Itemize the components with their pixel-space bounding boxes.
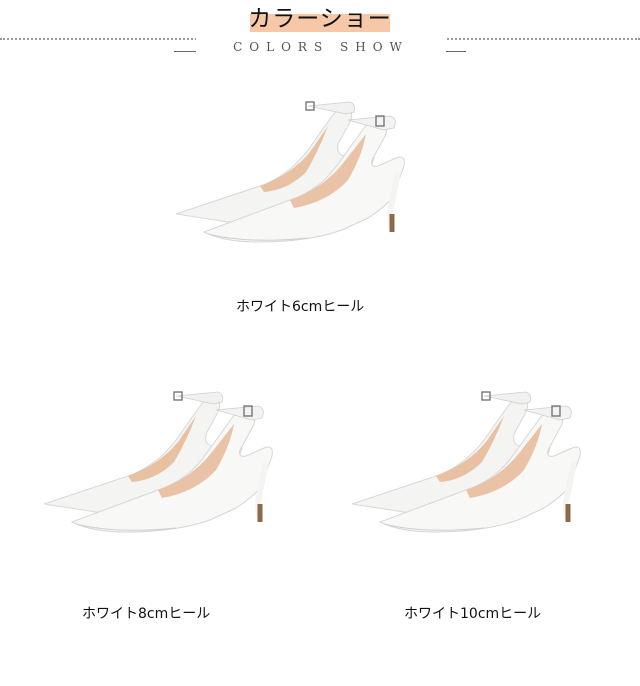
white-8cm-heel-shoe-image: [36, 382, 286, 534]
white-6cm-heel-shoe-image: [168, 92, 418, 244]
product-caption-6cm: ホワイト6cmヒール: [236, 299, 365, 315]
white-10cm-heel-shoe-image: [344, 382, 594, 534]
title-block: カラーショー: [246, 4, 394, 34]
product-caption-10cm: ホワイト10cmヒール: [404, 606, 542, 622]
section-subtitle: COLORS SHOW: [196, 38, 446, 56]
section-title: カラーショー: [248, 6, 392, 32]
product-caption-8cm: ホワイト8cmヒール: [82, 606, 211, 622]
section-header: カラーショー COLORS SHOW: [0, 0, 640, 60]
